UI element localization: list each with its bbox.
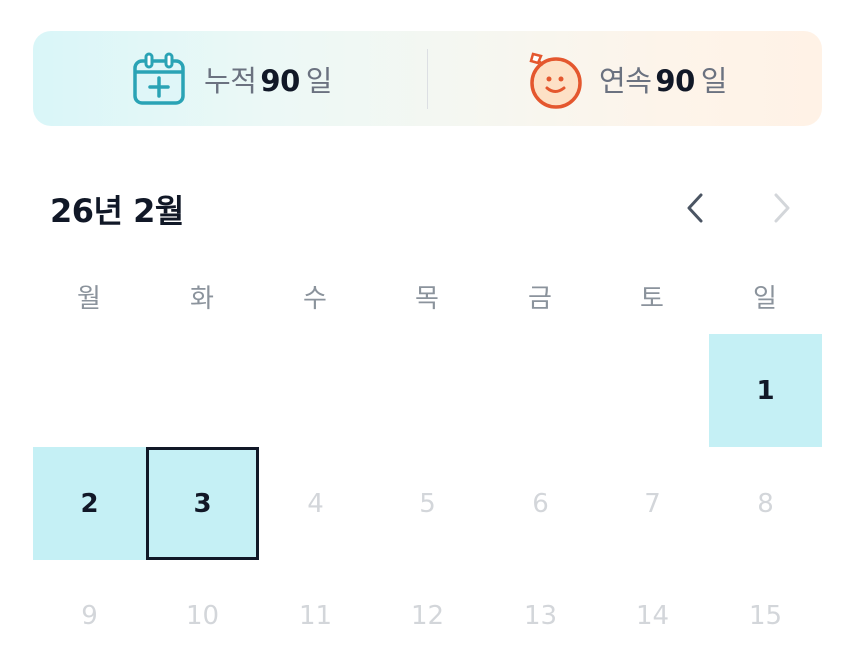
day-cell-1[interactable]: 1 [709,334,822,447]
smiley-face-icon [523,48,585,110]
streak-label: 연속 [599,63,652,98]
chevron-right-icon [771,191,793,229]
streak-stat: 연속 90 일 [428,31,822,126]
month-title: 26년 2월 [50,192,184,230]
day-cell-11: 11 [298,600,333,631]
day-cell-9: 9 [81,600,98,631]
day-cell-5: 5 [419,488,436,519]
day-cell-3-today[interactable]: 3 [146,447,259,560]
weekday-thu: 목 [415,284,439,314]
stats-banner: 누적 90 일 연속 90 일 [33,31,822,126]
cumulative-unit: 일 [305,63,333,98]
cumulative-label: 누적 [204,63,257,98]
day-cell-4: 4 [307,488,324,519]
day-cell-14: 14 [635,600,670,631]
cumulative-stat: 누적 90 일 [33,31,427,126]
day-cell-6: 6 [532,488,549,519]
weekday-sun: 일 [753,284,777,314]
next-month-button[interactable] [764,190,800,230]
weekday-wed: 수 [303,284,327,314]
day-cell-13: 13 [523,600,558,631]
chevron-left-icon [684,191,706,229]
day-cell-10: 10 [185,600,220,631]
streak-unit: 일 [700,63,728,98]
day-cell-12: 12 [410,600,445,631]
weekday-tue: 화 [190,284,214,314]
day-cell-7: 7 [644,488,661,519]
cumulative-value: 90 [260,63,300,98]
day-cell-2[interactable]: 2 [33,447,146,560]
day-cell-15: 15 [748,600,783,631]
weekday-fri: 금 [528,284,552,314]
weekday-sat: 토 [640,284,664,314]
streak-value: 90 [655,63,695,98]
day-cell-8: 8 [757,488,774,519]
weekday-mon: 월 [77,284,101,314]
prev-month-button[interactable] [677,190,713,230]
calendar-plus-icon [128,48,190,110]
